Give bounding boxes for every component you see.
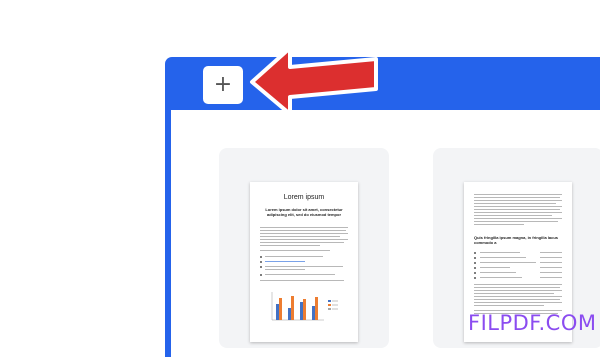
mini-bar-chart-icon	[271, 292, 338, 321]
document-title: Lorem ipsum	[283, 194, 325, 201]
document-card[interactable]: Lorem ipsum Lorem ipsum dolor sit amet, …	[219, 148, 389, 348]
pointer-arrow-icon	[250, 46, 378, 114]
document-heading: Quis fringilla ipsum magna, in fringilla…	[474, 235, 559, 245]
add-file-button[interactable]: +	[203, 66, 243, 104]
plus-icon: +	[213, 72, 233, 97]
document-thumbnail: Lorem ipsum Lorem ipsum dolor sit amet, …	[250, 182, 358, 342]
document-subtitle: Lorem ipsum dolor sit amet, consectetur …	[265, 207, 343, 217]
site-watermark: FILPDF.COM	[468, 311, 597, 335]
